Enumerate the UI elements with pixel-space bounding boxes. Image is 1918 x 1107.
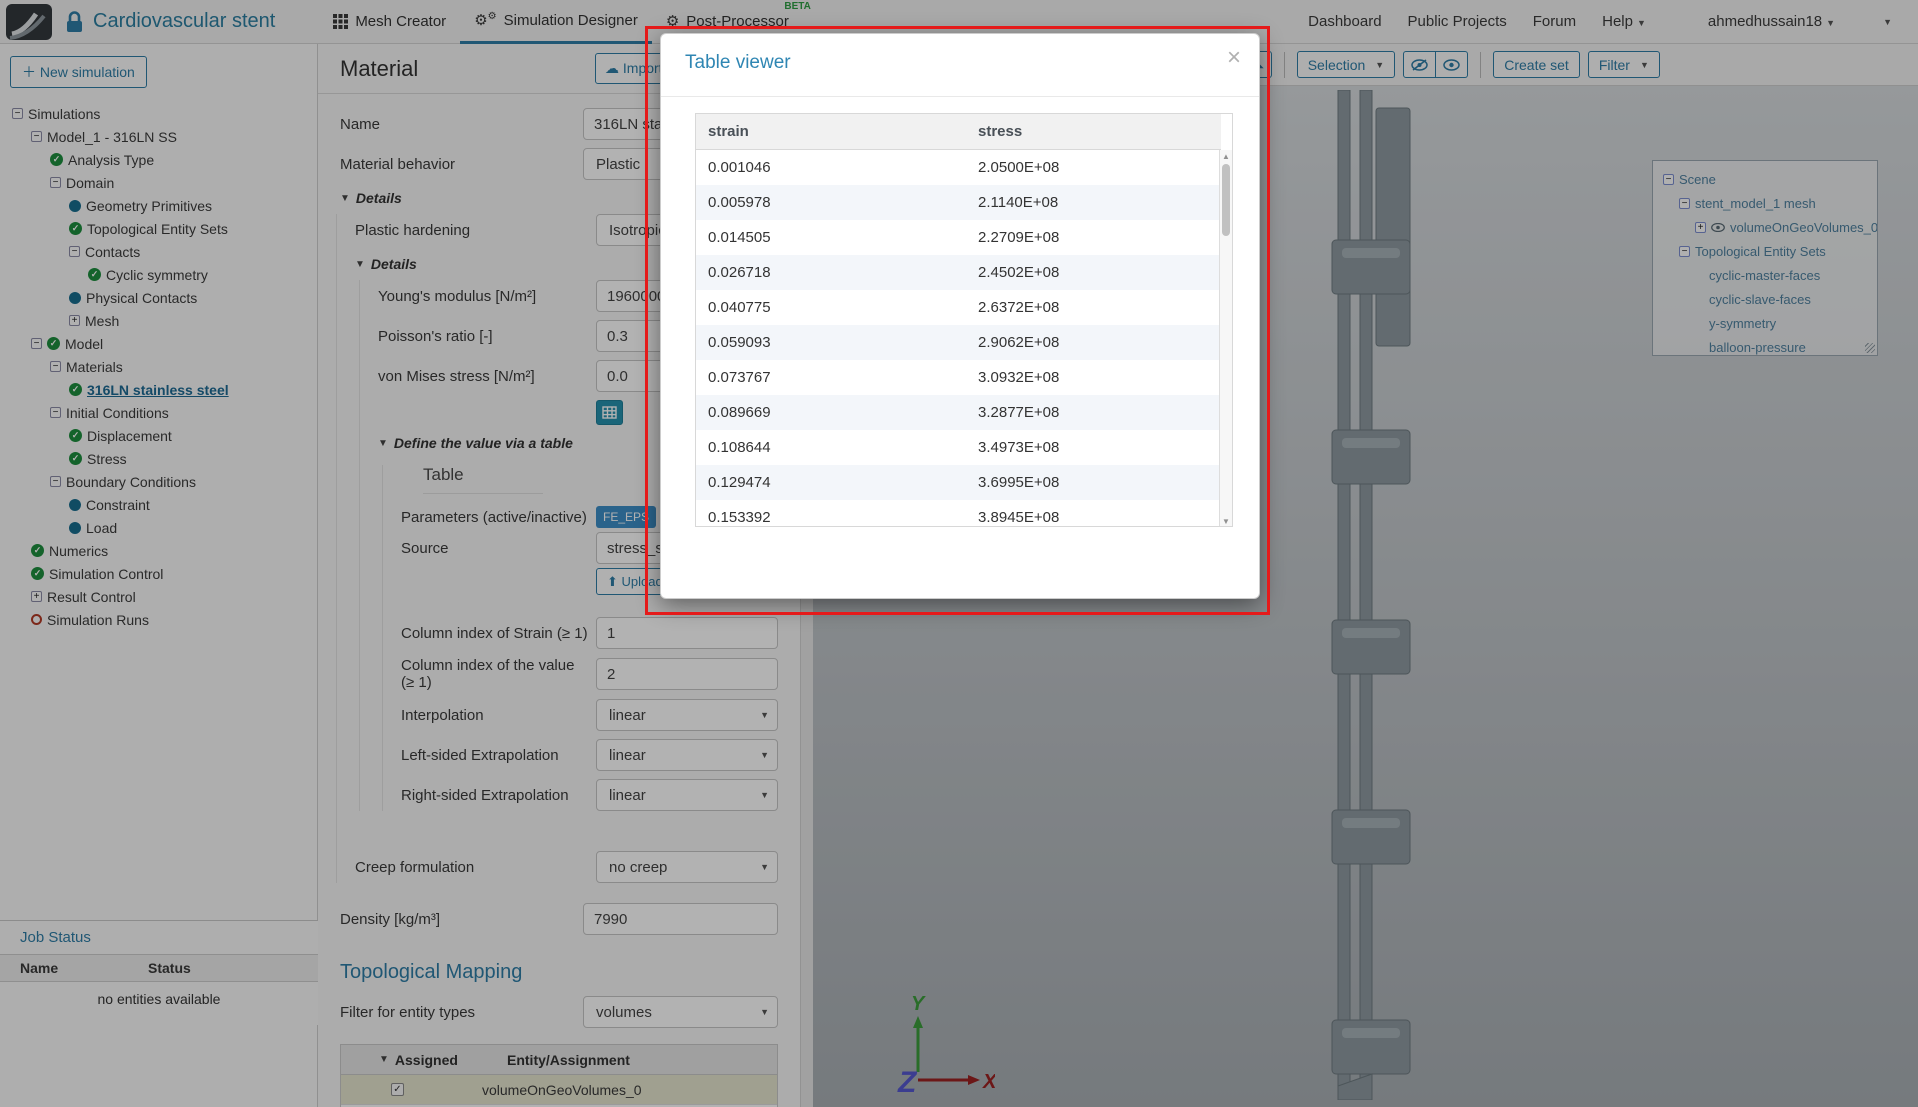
strain-stress-table: strain stress 0.001046 2.0500E+08 0.005978… bbox=[695, 113, 1233, 527]
cell-strain: 0.001046 bbox=[708, 159, 771, 176]
table-row[interactable]: 0.153392 3.8945E+08 bbox=[696, 500, 1221, 526]
cell-strain: 0.153392 bbox=[708, 509, 771, 526]
cell-strain: 0.108644 bbox=[708, 439, 771, 456]
table-body: 0.001046 2.0500E+08 0.005978 2.1140E+08 0.01… bbox=[696, 150, 1221, 526]
table-scrollbar-thumb[interactable] bbox=[1222, 164, 1230, 236]
table-row[interactable]: 0.014505 2.2709E+08 bbox=[696, 220, 1221, 255]
table-viewer-modal: Table viewer × strain stress 0.001046 2.0… bbox=[660, 33, 1260, 599]
scroll-up-icon[interactable]: ▲ bbox=[1220, 152, 1232, 161]
modal-divider bbox=[661, 96, 1259, 97]
table-row[interactable]: 0.073767 3.0932E+08 bbox=[696, 360, 1221, 395]
strain-column-header: strain bbox=[708, 123, 749, 140]
cell-stress: 3.2877E+08 bbox=[978, 404, 1060, 421]
cell-stress: 3.0932E+08 bbox=[978, 369, 1060, 386]
cell-stress: 3.6995E+08 bbox=[978, 474, 1060, 491]
table-scrollbar[interactable]: ▲ ▼ bbox=[1219, 150, 1232, 526]
cell-stress: 2.0500E+08 bbox=[978, 159, 1060, 176]
cell-strain: 0.014505 bbox=[708, 229, 771, 246]
table-row[interactable]: 0.089669 3.2877E+08 bbox=[696, 395, 1221, 430]
cell-stress: 2.1140E+08 bbox=[978, 194, 1059, 211]
cell-strain: 0.073767 bbox=[708, 369, 771, 386]
modal-title: Table viewer bbox=[685, 52, 791, 73]
stress-column-header: stress bbox=[978, 123, 1023, 140]
cell-strain: 0.089669 bbox=[708, 404, 771, 421]
cell-stress: 2.4502E+08 bbox=[978, 264, 1060, 281]
cell-strain: 0.059093 bbox=[708, 334, 771, 351]
table-row[interactable]: 0.040775 2.6372E+08 bbox=[696, 290, 1221, 325]
cell-strain: 0.026718 bbox=[708, 264, 771, 281]
cell-strain: 0.040775 bbox=[708, 299, 771, 316]
cell-stress: 3.8945E+08 bbox=[978, 509, 1060, 526]
table-row[interactable]: 0.059093 2.9062E+08 bbox=[696, 325, 1221, 360]
cell-stress: 2.6372E+08 bbox=[978, 299, 1060, 316]
scroll-down-icon[interactable]: ▼ bbox=[1220, 517, 1232, 526]
table-row[interactable]: 0.001046 2.0500E+08 bbox=[696, 150, 1221, 185]
cell-stress: 2.9062E+08 bbox=[978, 334, 1060, 351]
cell-stress: 2.2709E+08 bbox=[978, 229, 1060, 246]
table-header-row: strain stress bbox=[696, 114, 1221, 150]
close-icon[interactable]: × bbox=[1227, 46, 1241, 70]
cell-strain: 0.005978 bbox=[708, 194, 771, 211]
table-row[interactable]: 0.129474 3.6995E+08 bbox=[696, 465, 1221, 500]
cell-stress: 3.4973E+08 bbox=[978, 439, 1060, 456]
table-row[interactable]: 0.005978 2.1140E+08 bbox=[696, 185, 1221, 220]
table-row[interactable]: 0.026718 2.4502E+08 bbox=[696, 255, 1221, 290]
cell-strain: 0.129474 bbox=[708, 474, 771, 491]
table-row[interactable]: 0.108644 3.4973E+08 bbox=[696, 430, 1221, 465]
